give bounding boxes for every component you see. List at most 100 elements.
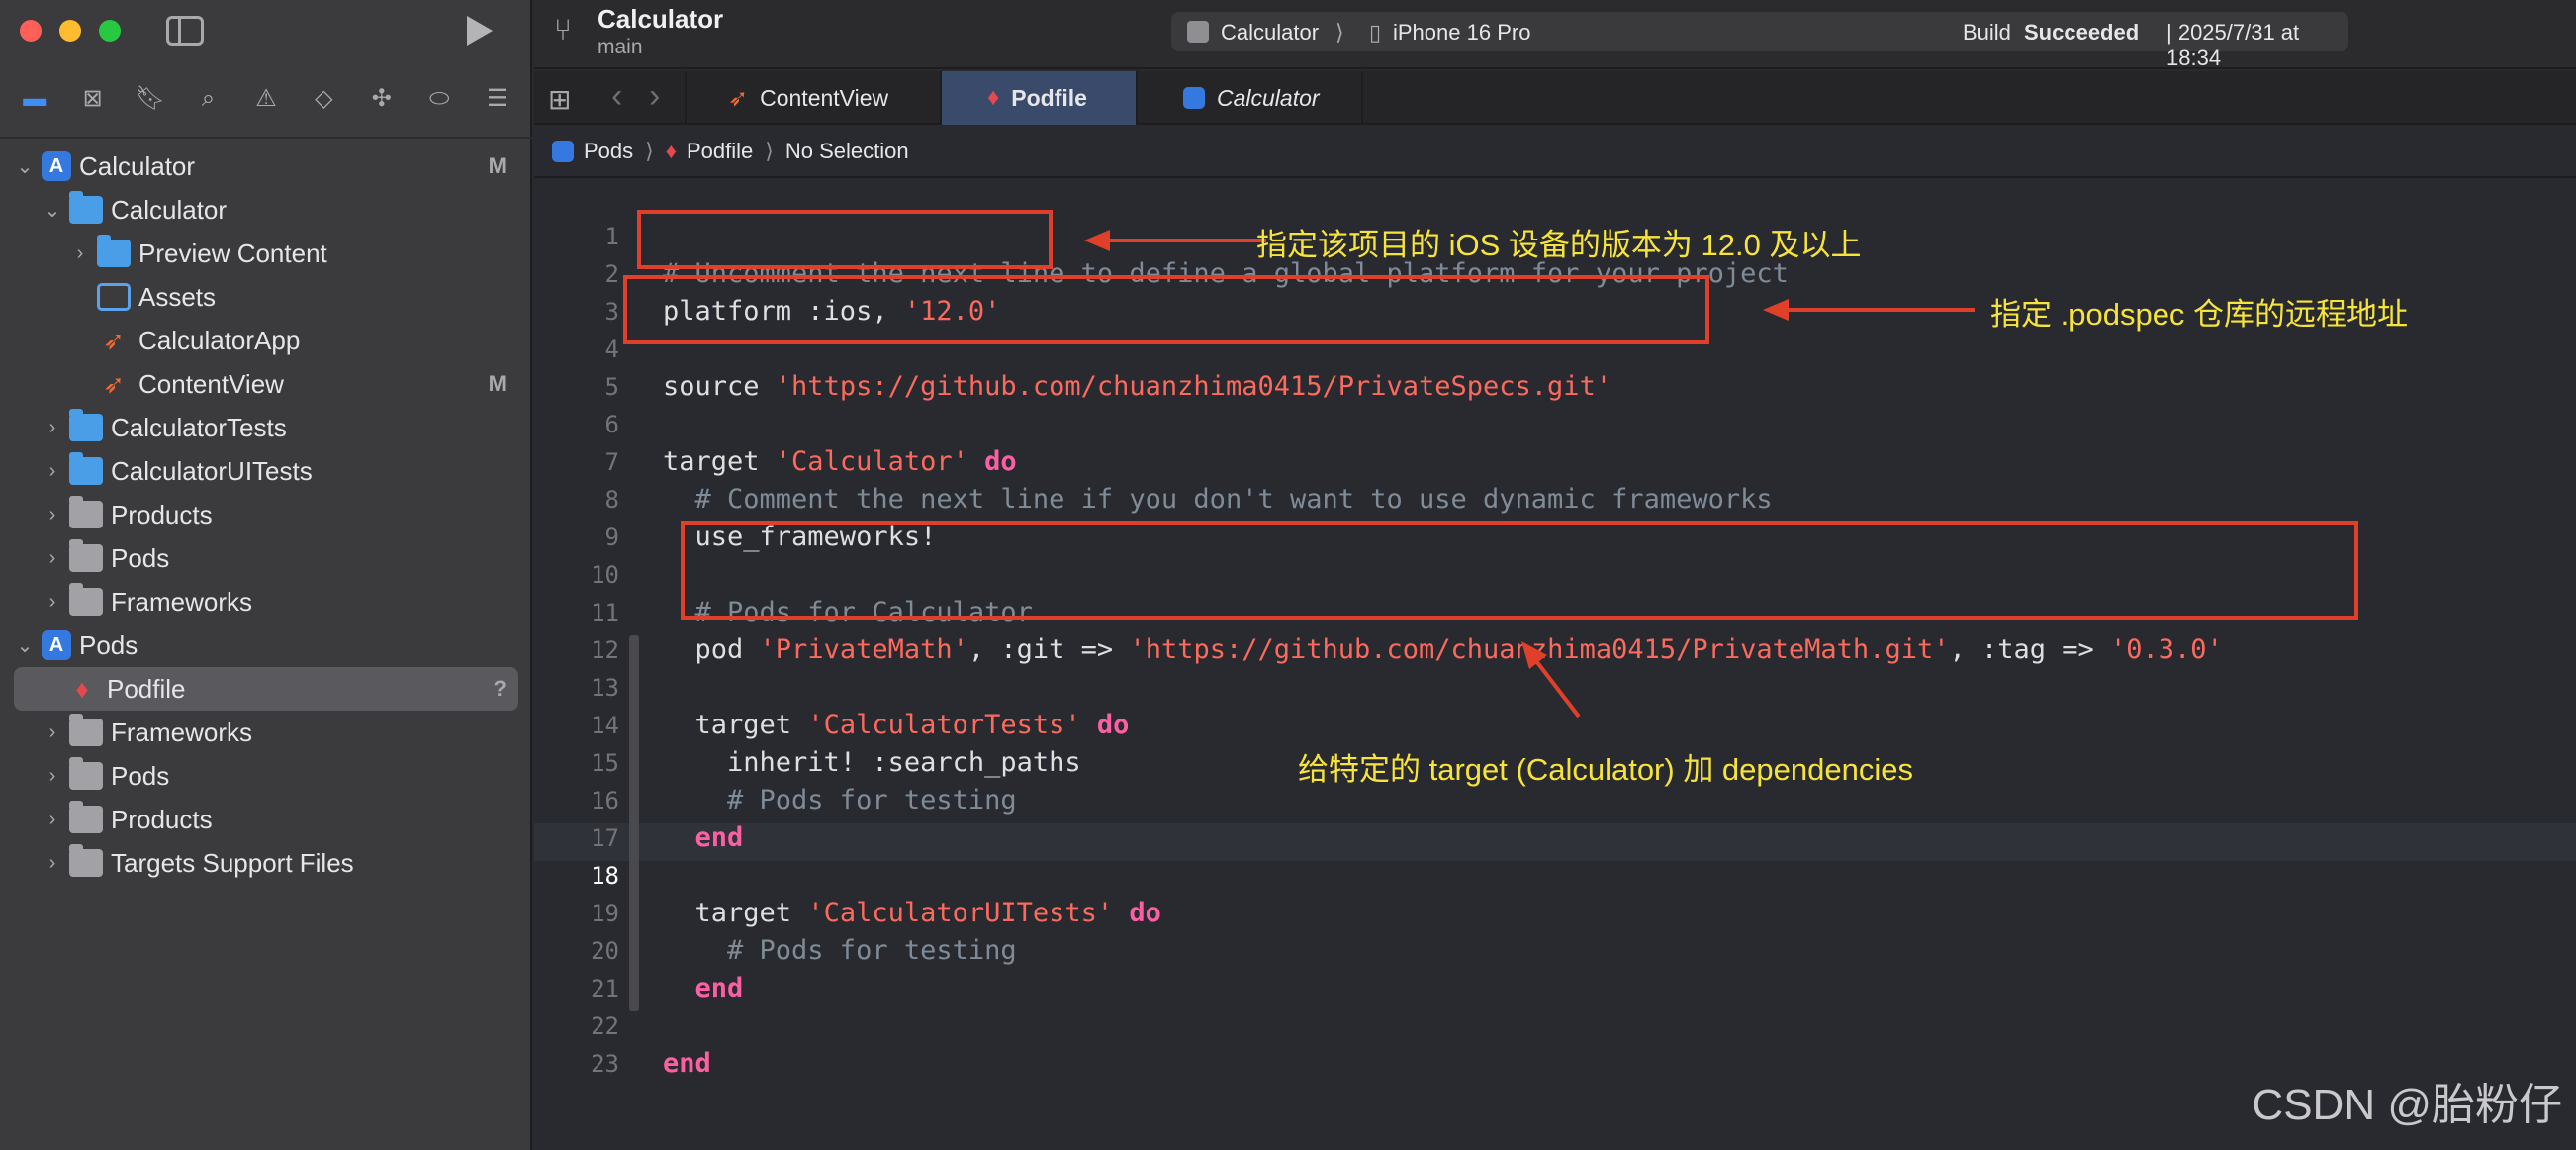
- sidebar-toggle-icon[interactable]: [166, 16, 204, 46]
- device-selector[interactable]: iPhone 16 Pro: [1393, 20, 1530, 46]
- chevron-right-icon[interactable]: ›: [42, 547, 63, 570]
- chevron-down-icon[interactable]: ⌄: [14, 633, 36, 658]
- tree-item-label: Pods: [111, 542, 170, 573]
- find-icon[interactable]: ⌕: [191, 83, 227, 115]
- code-line-current: 18 target 'CalculatorUITests' do: [534, 819, 2576, 928]
- breadcrumb-item-pods[interactable]: Pods: [584, 139, 633, 164]
- scheme-separator: ⟩: [1335, 20, 1344, 45]
- report-icon[interactable]: ☰: [480, 83, 515, 115]
- tree-item-label: Calculator: [111, 194, 228, 225]
- watermark: CSDN @胎粉仔: [2252, 1081, 2562, 1129]
- tree-item-products[interactable]: › Products: [14, 798, 518, 841]
- build-time: | 2025/7/31 at 18:34: [2166, 20, 2300, 70]
- tree-item-pods-project[interactable]: ⌄ A Pods: [14, 623, 518, 667]
- code-line: 23: [534, 1007, 2576, 1078]
- chevron-right-icon[interactable]: ›: [42, 852, 63, 875]
- annotation-text-source: 指定 .podspec 仓库的远程地址: [1990, 297, 2409, 332]
- tree-item-label: Assets: [138, 281, 217, 312]
- tree-item-label: Preview Content: [138, 238, 327, 268]
- tree-item-frameworks[interactable]: › Frameworks: [14, 580, 518, 623]
- bookmark-icon[interactable]: 🔖︎: [133, 83, 168, 115]
- assets-catalog-icon: [97, 283, 131, 311]
- branch-name[interactable]: main: [598, 36, 643, 59]
- app-project-icon: A: [42, 151, 71, 181]
- tree-item-label: Pods: [111, 760, 170, 791]
- breadcrumb: Pods ⟩ ♦ Podfile ⟩ No Selection: [534, 127, 2576, 178]
- tree-item-label: Products: [111, 804, 213, 834]
- project-title: Calculator: [598, 4, 724, 34]
- tree-item-pods[interactable]: › Pods: [14, 754, 518, 798]
- annotation-text-dependency: 给特定的 target (Calculator) 加 dependencies: [1298, 752, 1913, 787]
- project-navigator-sidebar: ▬ ⊠ 🔖︎ ⌕ ⚠ ◇ ✣ ⬭ ☰ ⌄ A Calculator M ⌄ Ca…: [0, 0, 532, 1150]
- zoom-window-button[interactable]: [99, 20, 121, 42]
- code-keyword: end: [663, 1048, 711, 1079]
- tab-podfile[interactable]: ♦ Podfile: [940, 71, 1136, 125]
- ruby-gem-icon: ♦: [987, 84, 1000, 111]
- close-window-button[interactable]: [20, 20, 42, 42]
- chevron-right-icon[interactable]: ›: [42, 765, 63, 788]
- folder-icon: [69, 714, 103, 746]
- folder-icon: [97, 235, 131, 267]
- folder-icon: [69, 539, 103, 572]
- minimize-window-button[interactable]: [59, 20, 81, 42]
- untracked-badge: ?: [493, 676, 506, 701]
- tree-item-pods-group[interactable]: › Pods: [14, 536, 518, 580]
- tree-item-label: CalculatorUITests: [111, 455, 313, 486]
- tab-calculator[interactable]: Calculator: [1136, 71, 1363, 125]
- issue-icon[interactable]: ⚠: [248, 83, 284, 115]
- chevron-down-icon[interactable]: ⌄: [42, 198, 63, 223]
- breadcrumb-item-podfile[interactable]: Podfile: [687, 139, 753, 164]
- tree-item-label: Products: [111, 499, 213, 529]
- breakpoint-icon[interactable]: ⬭: [421, 83, 457, 115]
- tree-item-calculator-project[interactable]: ⌄ A Calculator M: [14, 144, 518, 188]
- folder-icon: [69, 191, 103, 224]
- tab-label: Podfile: [1011, 84, 1087, 111]
- source-control-icon[interactable]: ⊠: [75, 83, 111, 115]
- annotation-arrow-diagonal: [1521, 641, 1581, 719]
- debug-icon[interactable]: ✣: [364, 83, 400, 115]
- tree-item-targets-support-files[interactable]: › Targets Support Files: [14, 841, 518, 885]
- tree-item-calculator-group[interactable]: ⌄ Calculator: [14, 188, 518, 232]
- tree-item-calculatorapp[interactable]: ➶ CalculatorApp: [14, 319, 518, 362]
- test-icon[interactable]: ◇: [306, 83, 341, 115]
- folder-icon: [69, 583, 103, 616]
- folder-icon: [69, 844, 103, 877]
- chevron-right-icon[interactable]: ›: [69, 242, 91, 265]
- grid-icon[interactable]: ⊞: [548, 83, 571, 116]
- forward-chevron-icon[interactable]: ›: [649, 77, 660, 116]
- breadcrumb-item-selection[interactable]: No Selection: [785, 139, 909, 164]
- window-toolbar: ⑂ Calculator main Calculator ⟩ ▯ iPhone …: [534, 0, 2576, 70]
- tree-item-preview-content[interactable]: › Preview Content: [14, 232, 518, 275]
- branch-icon[interactable]: ⑂: [554, 14, 572, 48]
- tab-contentview[interactable]: ➶ ContentView: [685, 71, 912, 125]
- folder-icon[interactable]: ▬: [17, 83, 52, 115]
- chevron-right-icon[interactable]: ›: [42, 591, 63, 614]
- tree-item-podfile[interactable]: ♦ Podfile ?: [14, 667, 518, 711]
- back-chevron-icon[interactable]: ‹: [611, 77, 622, 116]
- chevron-down-icon[interactable]: ⌄: [14, 154, 36, 179]
- scheme-selector[interactable]: Calculator: [1221, 20, 1319, 46]
- run-button[interactable]: [467, 16, 493, 46]
- tree-item-label: ContentView: [138, 368, 284, 399]
- tree-item-frameworks[interactable]: › Frameworks: [14, 711, 518, 754]
- code-line: 7 # Comment the next line if you don't w…: [534, 406, 2576, 515]
- chevron-right-icon[interactable]: ›: [42, 417, 63, 439]
- tree-item-calculatortests[interactable]: › CalculatorTests: [14, 406, 518, 449]
- tab-label: ContentView: [760, 84, 889, 111]
- tree-item-contentview[interactable]: ➶ ContentView M: [14, 362, 518, 406]
- chevron-right-icon[interactable]: ›: [42, 721, 63, 744]
- tree-item-products[interactable]: › Products: [14, 493, 518, 536]
- source-editor[interactable]: 1 # Uncomment the next line to define a …: [534, 180, 2576, 1150]
- tree-item-label: Frameworks: [111, 717, 253, 747]
- annotation-box-source: [623, 275, 1709, 344]
- tree-item-label: CalculatorApp: [138, 325, 301, 355]
- chevron-right-icon[interactable]: ›: [42, 460, 63, 483]
- swift-file-icon: ➶: [728, 84, 749, 112]
- chevron-right-icon[interactable]: ›: [42, 504, 63, 527]
- chevron-right-icon[interactable]: ›: [42, 809, 63, 831]
- tree-item-calculatoruitests[interactable]: › CalculatorUITests: [14, 449, 518, 493]
- tree-item-assets[interactable]: Assets: [14, 275, 518, 319]
- build-status: Succeeded: [2024, 20, 2140, 45]
- folder-icon: [69, 452, 103, 485]
- editor-tab-bar: ⊞ ‹ › ➶ ContentView ♦ Podfile Calculator: [534, 71, 2576, 125]
